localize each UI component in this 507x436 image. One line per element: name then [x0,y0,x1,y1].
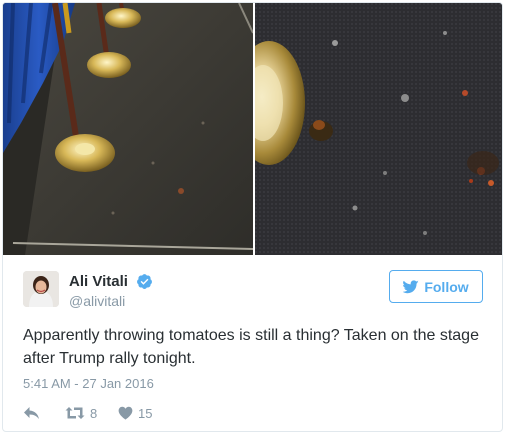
tweet-timestamp[interactable]: 5:41 AM - 27 Jan 2016 [23,376,154,391]
stage-stanchions-image [3,3,253,255]
avatar-image [23,271,59,307]
tomato-closeup-image [255,3,502,255]
follow-button[interactable]: Follow [389,270,483,303]
follow-label: Follow [424,278,469,295]
reply-button[interactable] [23,403,40,423]
reply-icon [24,407,39,419]
avatar[interactable] [23,271,59,307]
retweet-icon [65,407,85,419]
retweet-button[interactable]: 8 [65,403,97,423]
like-count: 15 [138,405,153,421]
heart-icon [118,406,133,420]
tweet-text: Apparently throwing tomatoes is still a … [23,327,479,367]
photo-stage-stanchions[interactable] [3,3,253,255]
user-name[interactable]: Ali Vitali [69,273,128,290]
retweet-count: 8 [90,405,98,421]
twitter-bird-icon [403,279,420,293]
photo-tomato-closeup[interactable] [255,3,502,255]
tweet-card: Ali Vitali @alivitali Follow Apparently … [2,2,503,432]
user-handle[interactable]: @alivitali [69,293,125,309]
tweet-photos[interactable] [3,3,502,255]
verified-badge-icon [137,274,152,289]
like-button[interactable]: 15 [118,403,152,423]
